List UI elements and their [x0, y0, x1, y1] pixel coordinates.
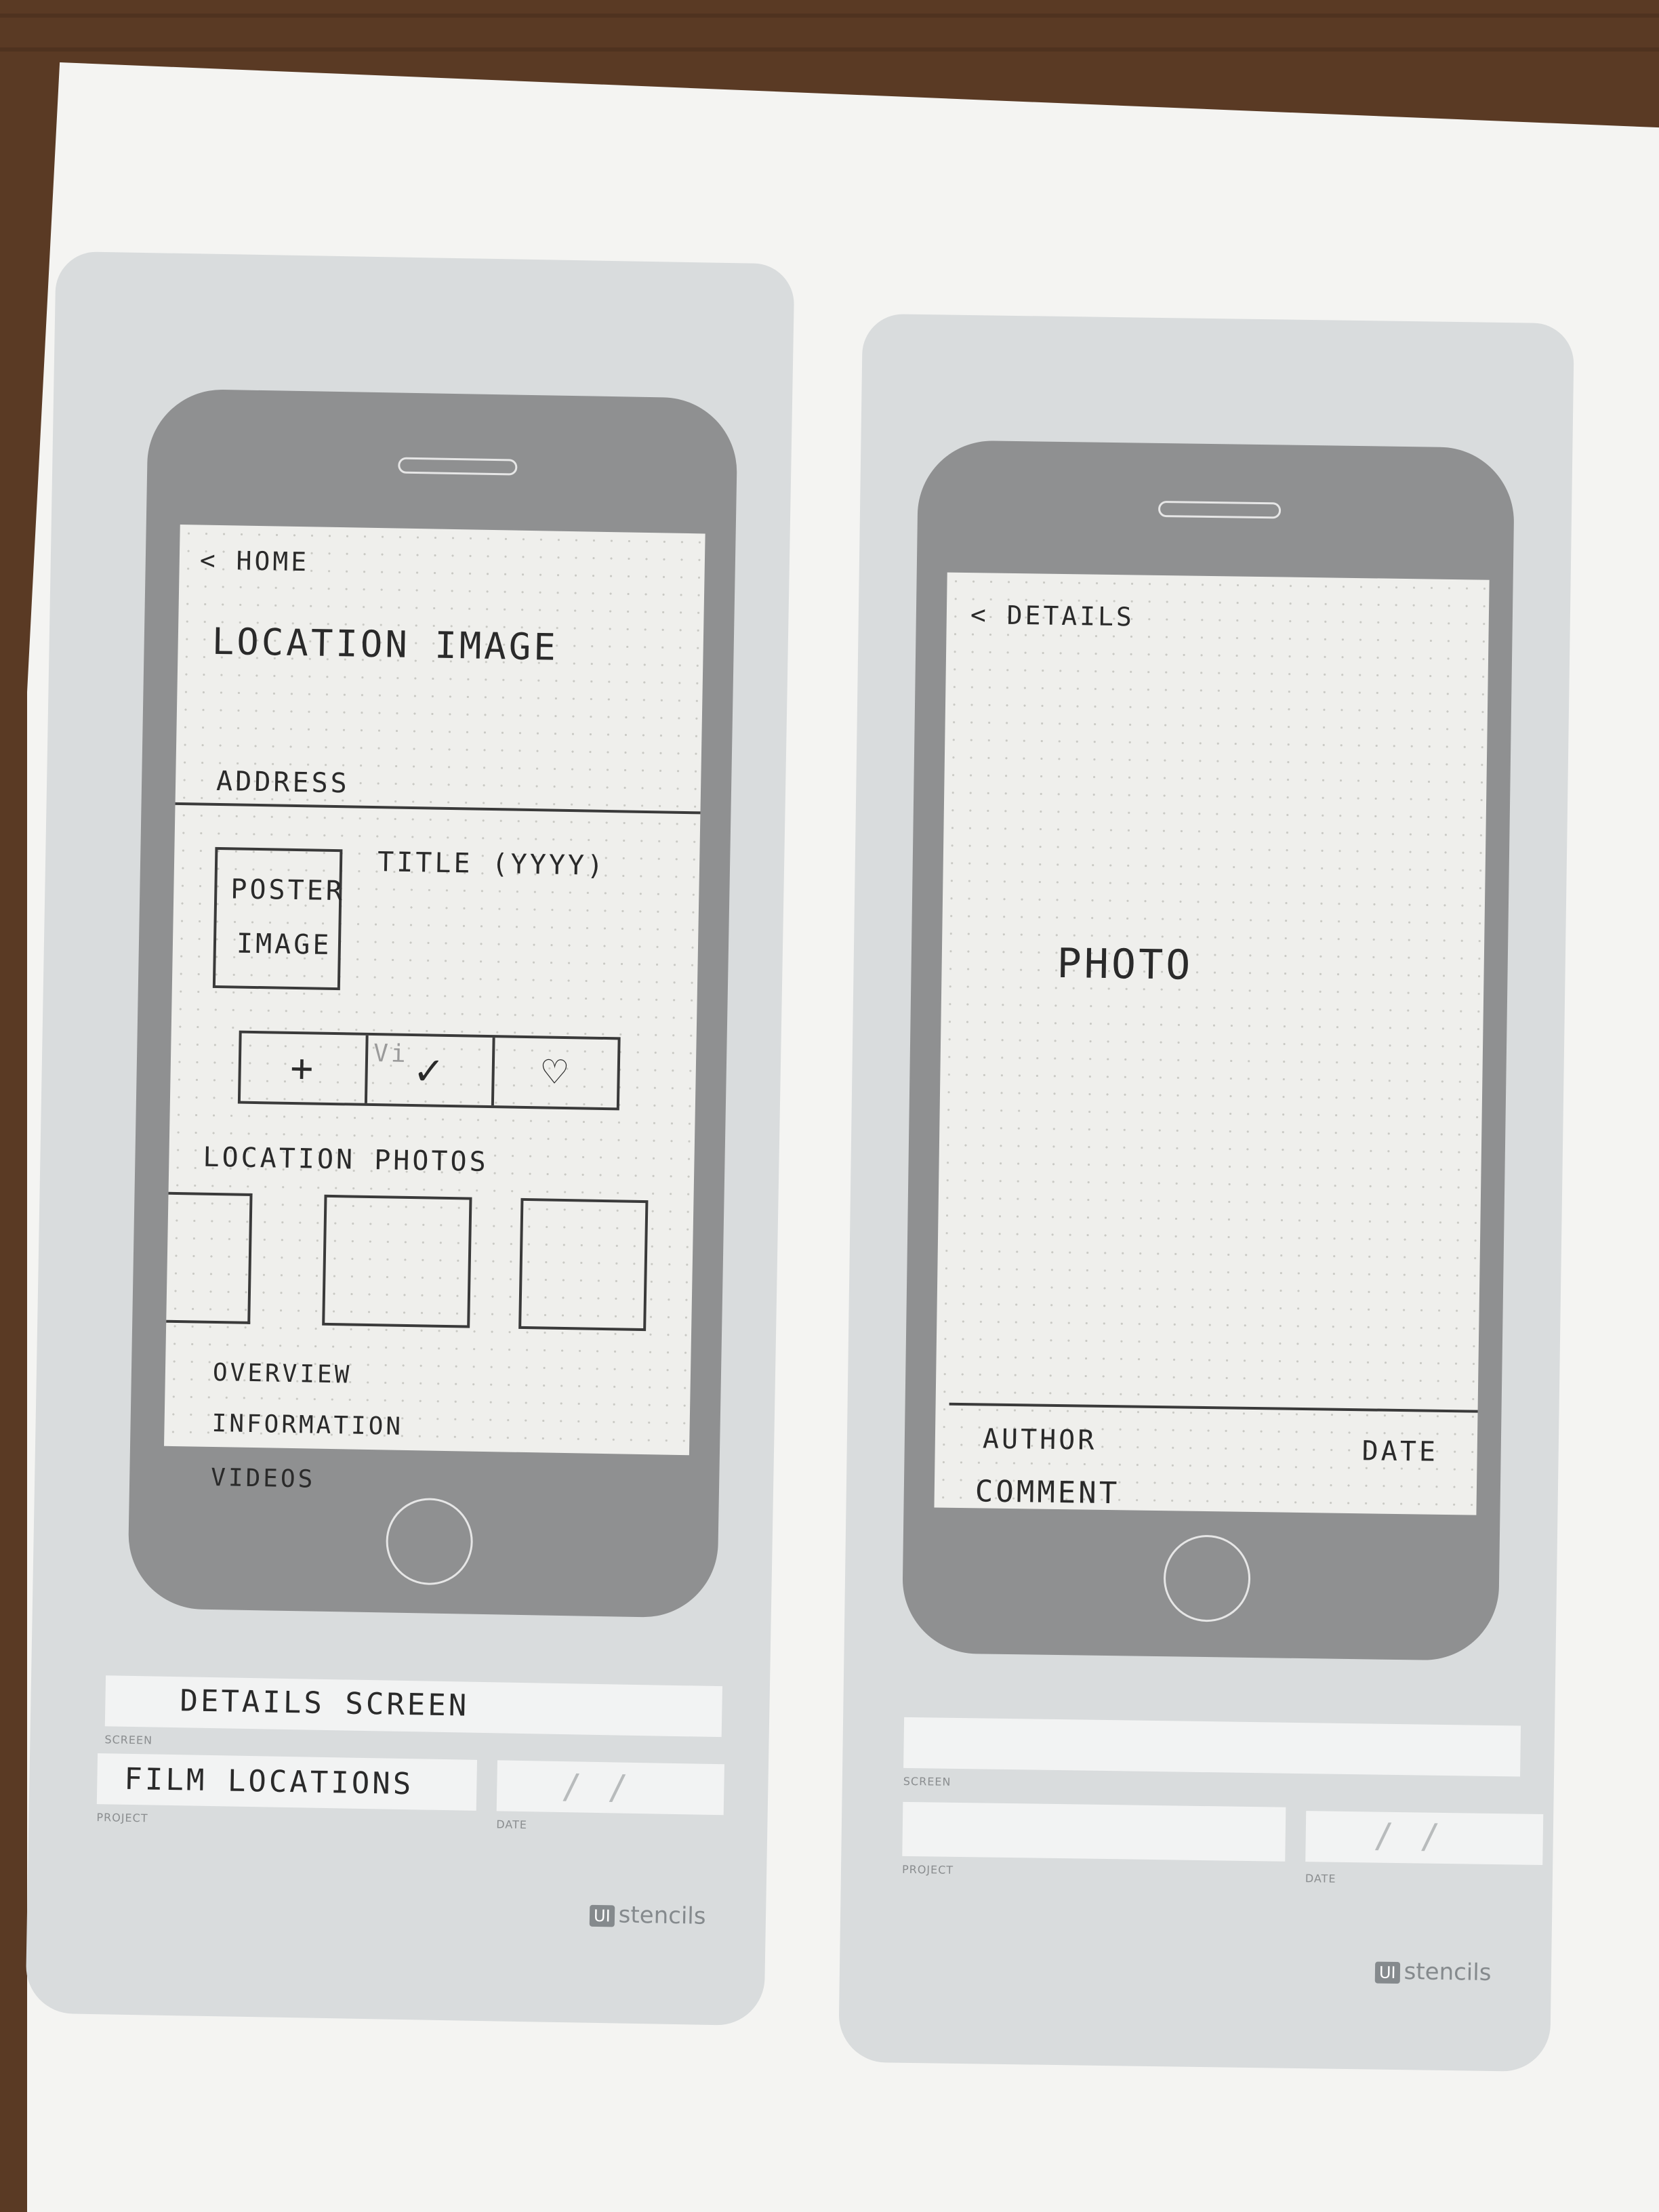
speaker-slot [398, 457, 518, 476]
project-value: FILM LOCATIONS [123, 1761, 414, 1802]
project-caption: PROJECT [901, 1862, 954, 1877]
film-title: TITLE (YYYY) [377, 846, 607, 882]
image-label: IMAGE [236, 928, 332, 961]
location-photo-thumbnail[interactable] [322, 1194, 472, 1328]
nav-link-videos[interactable]: VIDEOS [211, 1464, 316, 1494]
back-home-link[interactable]: < HOME [199, 545, 309, 577]
wood-grain [0, 14, 1659, 18]
uistencils-logo: UI stencils [1374, 1958, 1492, 1986]
date-caption: DATE [496, 1818, 528, 1832]
phone-frame: < HOME LOCATION IMAGE ADDRESS POSTER IMA… [127, 388, 739, 1619]
date-value: / / [1373, 1816, 1443, 1856]
stencil-card-photo: < DETAILS PHOTO AUTHOR DATE COMMENT SCRE… [838, 313, 1574, 2072]
address-text: ADDRESS [216, 765, 350, 800]
visited-faint-text: Vi [373, 1040, 409, 1068]
project-field[interactable] [902, 1801, 1286, 1862]
nav-link-information[interactable]: INFORMATION [211, 1410, 403, 1441]
date-field[interactable]: / / [1305, 1811, 1544, 1866]
back-details-link[interactable]: < DETAILS [970, 600, 1134, 632]
visited-button[interactable]: Vi ✓ [367, 1035, 495, 1106]
photo-divider [949, 1402, 1478, 1413]
brand-badge: UI [1374, 1961, 1400, 1984]
date-value: / / [560, 1767, 632, 1807]
photo-placeholder: PHOTO [1057, 939, 1193, 989]
stencil-card-details: < HOME LOCATION IMAGE ADDRESS POSTER IMA… [25, 251, 795, 2026]
screen-name-field[interactable]: DETAILS SCREEN [104, 1675, 722, 1738]
location-photos-heading: LOCATION PHOTOS [203, 1141, 489, 1179]
project-field[interactable]: FILM LOCATIONS [96, 1753, 478, 1811]
nav-link-overview[interactable]: OVERVIEW [213, 1359, 352, 1389]
uistencils-logo: UI stencils [589, 1901, 706, 1930]
checkmark-icon: ✓ [415, 1045, 445, 1096]
action-bar: + Vi ✓ ♡ [237, 1030, 621, 1111]
date-field[interactable]: / / [496, 1760, 724, 1816]
location-photo-thumbnail[interactable] [166, 1191, 253, 1324]
add-button[interactable]: + [240, 1033, 369, 1103]
home-button [1163, 1534, 1251, 1622]
phone-frame: < DETAILS PHOTO AUTHOR DATE COMMENT [901, 439, 1515, 1662]
project-caption: PROJECT [96, 1811, 148, 1825]
details-screen: < HOME LOCATION IMAGE ADDRESS POSTER IMA… [164, 524, 705, 1456]
header-divider [175, 802, 701, 815]
location-image-placeholder: LOCATION IMAGE [211, 619, 559, 669]
screen-caption: SCREEN [104, 1733, 153, 1747]
brand-name: stencils [618, 1901, 706, 1930]
location-photo-thumbnail[interactable] [518, 1197, 649, 1332]
plus-icon: + [289, 1046, 316, 1091]
screen-name-value: DETAILS SCREEN [180, 1683, 470, 1723]
date-caption: DATE [1305, 1872, 1336, 1885]
favorite-button[interactable]: ♡ [494, 1038, 618, 1107]
screen-name-field[interactable] [903, 1717, 1521, 1777]
screen-caption: SCREEN [903, 1774, 951, 1788]
wood-grain [0, 47, 1659, 52]
comment-text: COMMENT [975, 1474, 1120, 1511]
home-button [385, 1497, 474, 1586]
speaker-slot [1158, 500, 1282, 519]
photo-screen: < DETAILS PHOTO AUTHOR DATE COMMENT [934, 572, 1490, 1515]
poster-label: POSTER [230, 874, 346, 907]
heart-icon: ♡ [541, 1048, 570, 1097]
poster-image-placeholder: POSTER IMAGE [212, 846, 346, 991]
date-text: DATE [1361, 1435, 1439, 1468]
author-text: AUTHOR [982, 1423, 1097, 1456]
brand-badge: UI [589, 1904, 615, 1927]
brand-name: stencils [1404, 1958, 1492, 1986]
